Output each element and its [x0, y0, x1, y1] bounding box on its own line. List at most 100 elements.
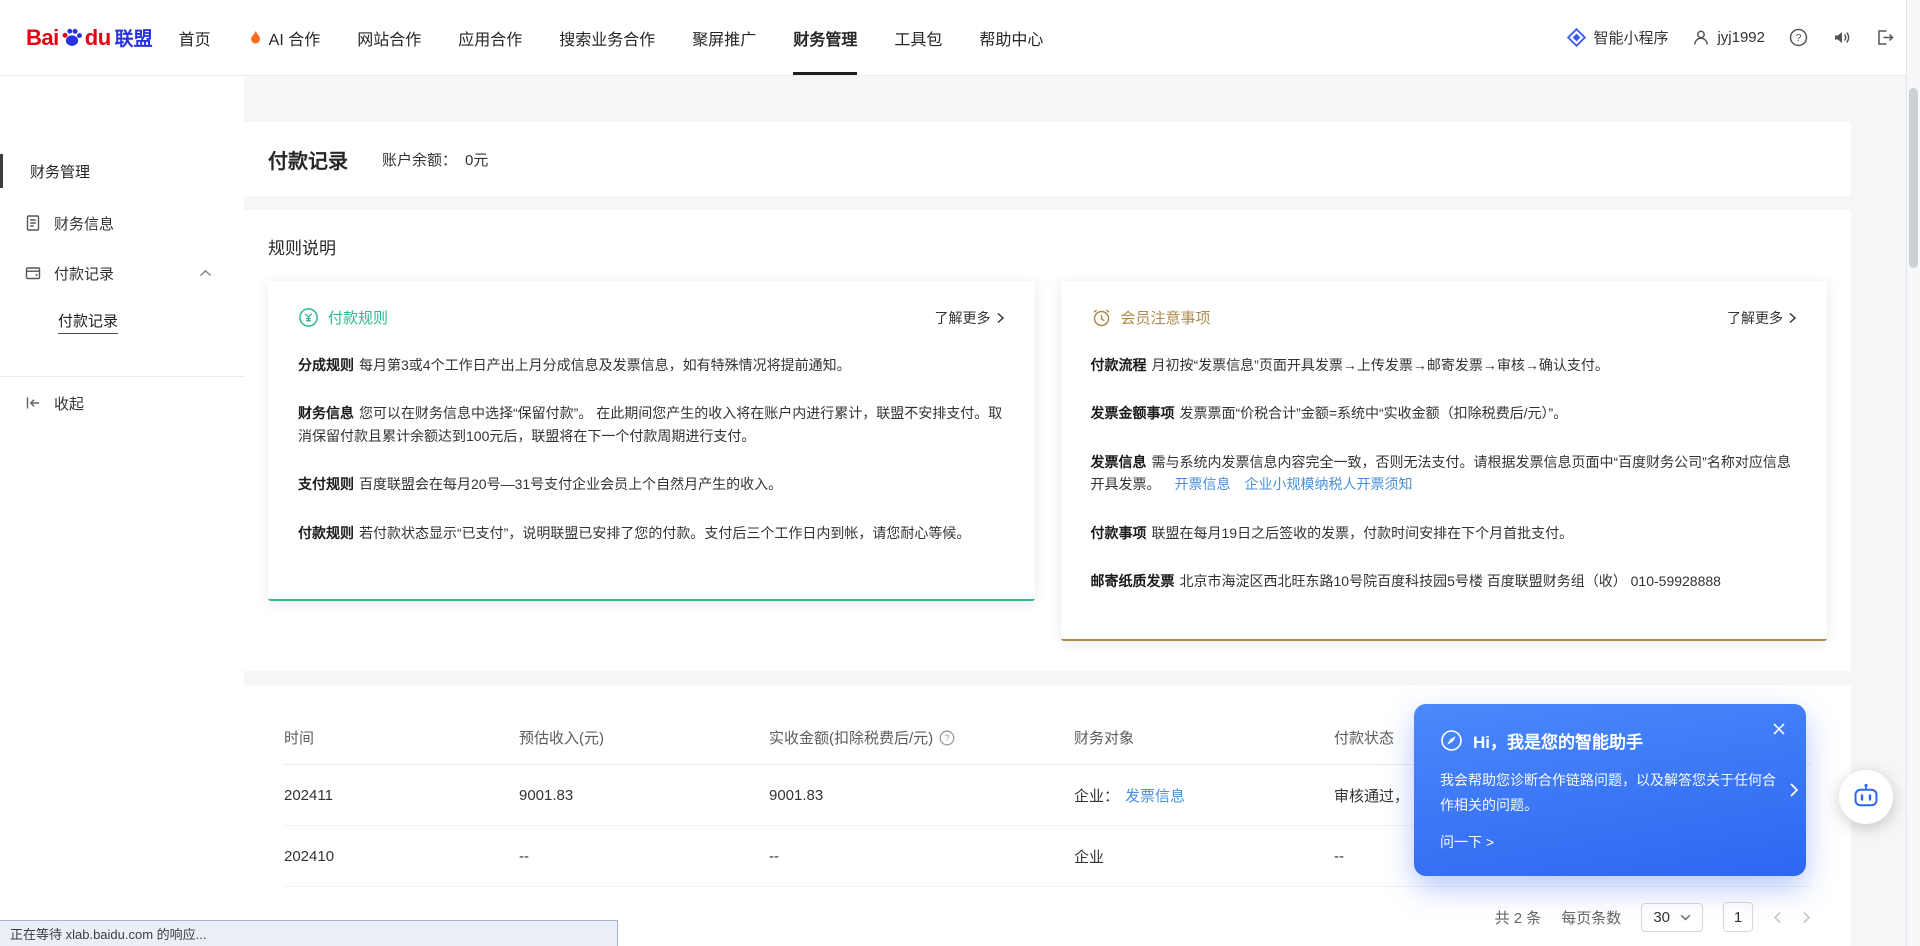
nav-item-app-cooperation[interactable]: 应用合作 [458, 0, 522, 75]
flame-icon [248, 30, 263, 46]
vertical-scrollbar[interactable] [1906, 0, 1920, 946]
sidebar-subitem-label: 付款记录 [58, 310, 118, 334]
expand-chevron-icon[interactable] [1789, 782, 1799, 798]
logo-text-du: du [85, 25, 111, 51]
rules-section: 规则说明 付款规则 了解更多 分成规则每月第3或4个工作日产出上月分成信息及发票… [244, 210, 1851, 671]
sound-icon[interactable] [1832, 28, 1851, 47]
rule-item: 财务信息您可以在财务信息中选择“保留付款”。 在此期间您产生的收入将在账户内进行… [298, 402, 1005, 447]
rule-card-title: 会员注意事项 [1121, 307, 1211, 328]
ask-now-link[interactable]: 问一下 > [1440, 832, 1780, 852]
nav-label: 搜索业务合作 [559, 26, 655, 50]
nav-item-website-cooperation[interactable]: 网站合作 [357, 0, 421, 75]
cell-time: 202411 [284, 787, 519, 804]
sidebar-subitem-payment-records[interactable]: 付款记录 [0, 298, 244, 346]
nav-label: 应用合作 [458, 26, 522, 50]
smart-program-entry[interactable]: 智能小程序 [1567, 27, 1668, 48]
member-notice-card: 会员注意事项 了解更多 付款流程月初按“发票信息”页面开具发票→上传发票→邮寄发… [1061, 281, 1828, 641]
logo-text-bai: Bai [26, 25, 59, 51]
rule-item-label: 财务信息 [298, 405, 354, 421]
nav-label: 首页 [179, 26, 211, 50]
payment-rules-card-header: 付款规则 了解更多 [298, 307, 1005, 328]
page-number-button[interactable]: 1 [1723, 902, 1753, 932]
sidebar: 财务管理 财务信息 付款记录 付款记录 收起 [0, 76, 244, 946]
sidebar-section-finance-management[interactable]: 财务管理 [0, 150, 244, 192]
column-header-estimated-income: 预估收入(元) [519, 727, 769, 748]
payment-rules-card: 付款规则 了解更多 分成规则每月第3或4个工作日产出上月分成信息及发票信息，如有… [268, 281, 1035, 601]
rule-item-text: 联盟在每月19日之后签收的发票，付款时间安排在下个月首批支付。 [1152, 525, 1574, 541]
cell-estimated-income: 9001.83 [519, 787, 769, 804]
cell-entity: 企业： 发票信息 [1074, 785, 1334, 806]
rule-item-label: 支付规则 [298, 476, 354, 492]
rules-section-title: 规则说明 [268, 234, 1827, 259]
small-taxpayer-invoice-link[interactable]: 企业小规模纳税人开票须知 [1245, 476, 1413, 492]
rule-item: 发票金额事项发票票面“价税合计”金额=系统中“实收金额（扣除税费后/元）”。 [1091, 402, 1798, 424]
column-header-actual-label: 实收金额(扣除税费后/元) [769, 727, 933, 748]
sidebar-item-label: 财务信息 [54, 213, 114, 234]
user-account[interactable]: jyj1992 [1692, 29, 1765, 47]
account-balance: 账户余额： 0元 [382, 149, 488, 170]
svg-text:?: ? [1796, 32, 1802, 44]
cell-entity: 企业 [1074, 846, 1334, 867]
sidebar-section-label: 财务管理 [30, 161, 90, 182]
member-notice-card-header: 会员注意事项 了解更多 [1091, 307, 1798, 328]
learn-more-link[interactable]: 了解更多 [935, 308, 1005, 328]
nav-item-ai-cooperation[interactable]: AI 合作 [248, 0, 321, 75]
rule-item-label: 邮寄纸质发票 [1091, 573, 1175, 589]
chevron-down-icon [1680, 914, 1691, 921]
rule-item: 分成规则每月第3或4个工作日产出上月分成信息及发票信息，如有特殊情况将提前通知。 [298, 354, 1005, 376]
invoice-info-link[interactable]: 发票信息 [1125, 785, 1185, 806]
baidu-union-logo[interactable]: Bai du 联盟 [26, 0, 153, 75]
balance-value: 0元 [465, 149, 488, 170]
next-page-icon[interactable] [1802, 911, 1811, 924]
rule-item: 付款事项联盟在每月19日之后签收的发票，付款时间安排在下个月首批支付。 [1091, 522, 1798, 544]
member-notice-icon [1091, 307, 1112, 328]
rule-item-label: 分成规则 [298, 357, 354, 373]
rule-item-text: 月初按“发票信息”页面开具发票→上传发票→邮寄发票→审核→确认支付。 [1152, 357, 1609, 373]
sidebar-item-finance-info[interactable]: 财务信息 [0, 198, 244, 248]
column-header-entity: 财务对象 [1074, 727, 1334, 748]
learn-more-link[interactable]: 了解更多 [1727, 308, 1797, 328]
question-circle-icon[interactable]: ? [939, 730, 955, 746]
main-nav: 首页 AI 合作 网站合作 应用合作 搜索业务合作 聚屏推广 财务管理 工具包 … [179, 0, 1044, 75]
prev-page-icon[interactable] [1773, 911, 1782, 924]
scrollbar-thumb[interactable] [1909, 88, 1918, 268]
assistant-robot-button[interactable] [1839, 770, 1893, 824]
logout-icon[interactable] [1875, 28, 1894, 47]
help-icon[interactable]: ? [1789, 28, 1808, 47]
smart-program-icon [1567, 28, 1586, 47]
sidebar-item-label: 付款记录 [54, 263, 114, 284]
nav-item-finance-management[interactable]: 财务管理 [793, 0, 857, 75]
rule-item: 发票信息需与系统内发票信息内容完全一致，否则无法支付。请根据发票信息页面中“百度… [1091, 451, 1798, 496]
learn-more-label: 了解更多 [935, 308, 991, 328]
nav-item-help-center[interactable]: 帮助中心 [979, 0, 1043, 75]
chevron-right-icon [996, 312, 1005, 324]
entity-label: 企业： [1074, 785, 1119, 806]
svg-text:?: ? [945, 733, 950, 743]
smart-program-label: 智能小程序 [1593, 27, 1668, 48]
assistant-popup: Hi，我是您的智能助手 我会帮助您诊断合作链路问题，以及解答您关于任何合作相关的… [1414, 704, 1806, 876]
nav-label: 网站合作 [357, 26, 421, 50]
nav-item-search-cooperation[interactable]: 搜索业务合作 [559, 0, 655, 75]
compass-icon [1440, 729, 1463, 752]
total-count: 共 2 条 [1495, 907, 1542, 928]
column-header-actual-amount: 实收金额(扣除税费后/元) ? [769, 727, 1074, 748]
rule-item-text: 百度联盟会在每月20号—31号支付企业会员上个自然月产生的收入。 [359, 476, 782, 492]
nav-item-home[interactable]: 首页 [179, 0, 211, 75]
nav-item-toolkit[interactable]: 工具包 [894, 0, 942, 75]
close-icon[interactable] [1772, 722, 1786, 736]
per-page-label: 每页条数 [1561, 907, 1621, 928]
nav-item-screen-promotion[interactable]: 聚屏推广 [692, 0, 756, 75]
chevron-right-icon [1788, 312, 1797, 324]
per-page-select[interactable]: 30 [1641, 903, 1703, 932]
cell-time: 202410 [284, 848, 519, 865]
sidebar-collapse-button[interactable]: 收起 [0, 377, 244, 429]
username: jyj1992 [1717, 29, 1765, 46]
invoice-info-link[interactable]: 开票信息 [1175, 476, 1231, 492]
sidebar-item-payment-records[interactable]: 付款记录 [0, 248, 244, 298]
rule-item-text: 发票票面“价税合计”金额=系统中“实收金额（扣除税费后/元）”。 [1180, 405, 1568, 421]
per-page-value: 30 [1653, 909, 1670, 926]
assistant-message: 我会帮助您诊断合作链路问题，以及解答您关于任何合作相关的问题。 [1440, 768, 1780, 817]
paw-icon [61, 27, 83, 48]
cell-actual-amount: -- [769, 848, 1074, 865]
rule-item-text: 每月第3或4个工作日产出上月分成信息及发票信息，如有特殊情况将提前通知。 [359, 357, 851, 373]
